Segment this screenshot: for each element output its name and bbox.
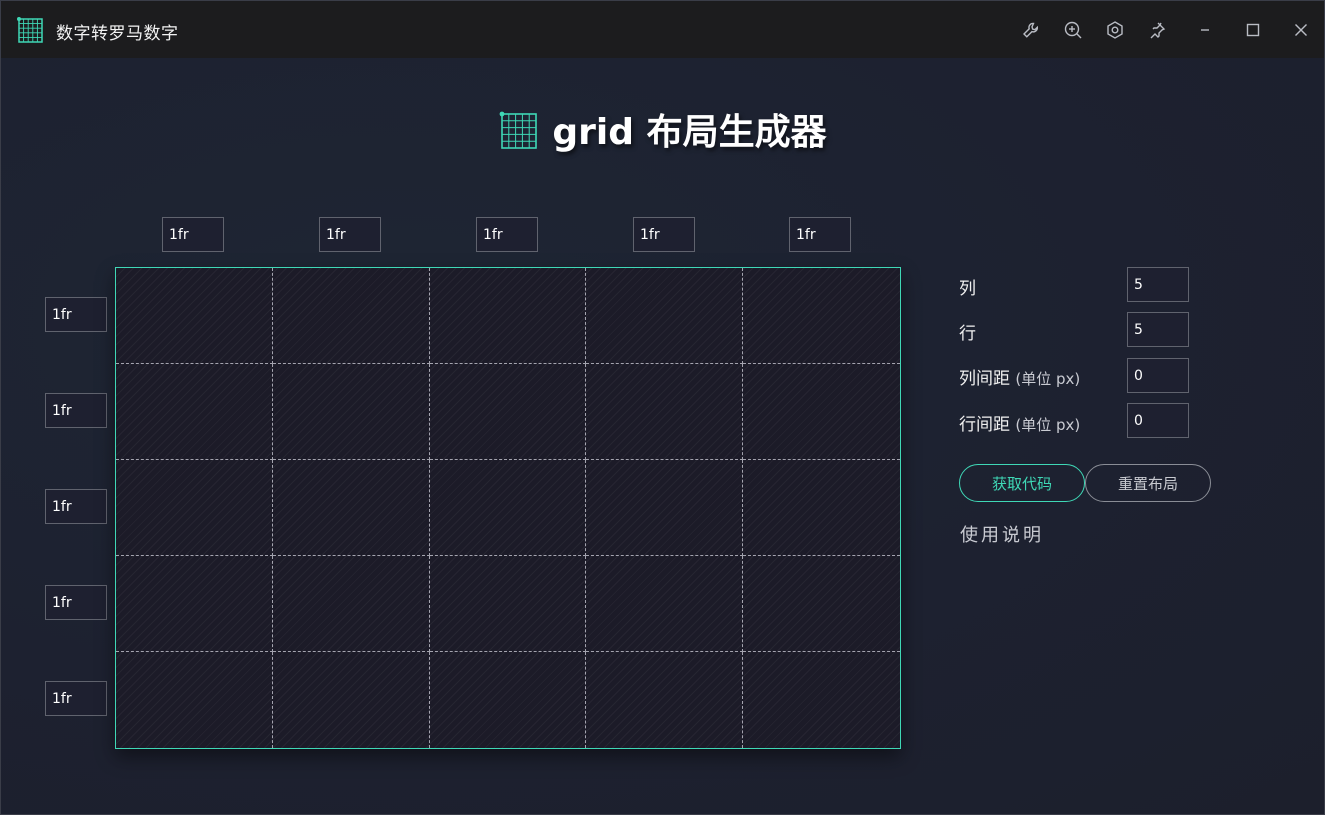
column-gap-label: 列间距 (单位 px) [959,364,1080,389]
column-size-input-4[interactable] [633,217,695,252]
column-gap-unit: (单位 px) [1015,370,1081,388]
close-icon[interactable] [1289,18,1313,42]
grid-cell[interactable] [429,364,587,460]
reset-layout-button[interactable]: 重置布局 [1085,464,1211,502]
row-size-input-2[interactable] [45,393,107,428]
grid-preview[interactable] [115,267,901,749]
grid-cell[interactable] [743,460,900,556]
grid-cell[interactable] [743,364,900,460]
column-size-input-5[interactable] [789,217,851,252]
grid-cell[interactable] [430,652,587,748]
row-gap-label: 行间距 (单位 px) [959,410,1080,435]
pin-icon[interactable] [1145,18,1169,42]
zoom-in-icon[interactable] [1061,18,1085,42]
grid-cell[interactable] [586,556,744,652]
grid-cell[interactable] [116,460,273,556]
row-size-input-1[interactable] [45,297,107,332]
row-gap-label-text: 行间距 [959,415,1010,435]
wrench-icon[interactable] [1019,18,1043,42]
grid-cell[interactable] [743,268,900,364]
columns-label-text: 列 [959,279,976,299]
page-heading: grid 布局生成器 [1,104,1324,154]
grid-cell[interactable] [743,556,900,652]
title-bar: 数字转罗马数字 [1,1,1324,58]
column-gap-label-text: 列间距 [959,369,1010,389]
rows-count-input[interactable] [1127,312,1189,347]
grid-cell[interactable] [272,268,430,364]
grid-cell[interactable] [586,460,744,556]
grid-cell[interactable] [272,364,430,460]
grid-cell[interactable] [586,268,744,364]
grid-cell[interactable] [743,652,900,748]
row-size-input-4[interactable] [45,585,107,620]
grid-cell[interactable] [273,652,430,748]
columns-label: 列 [959,274,976,299]
row-size-input-3[interactable] [45,489,107,524]
column-size-input-3[interactable] [476,217,538,252]
grid-cell[interactable] [586,364,744,460]
grid-cell[interactable] [116,364,273,460]
rows-label-text: 行 [959,324,976,344]
column-size-input-1[interactable] [162,217,224,252]
usage-instructions-link[interactable]: 使用说明 [960,521,1044,547]
page-title: grid 布局生成器 [552,112,827,153]
app-window: 数字转罗马数字 grid 布局生成器 1fr 1fr 1fr 1fr 1fr 1… [0,0,1325,815]
grid-icon [500,111,538,149]
grid-cell[interactable] [116,268,273,364]
column-gap-input[interactable] [1127,358,1189,393]
grid-cell[interactable] [116,556,273,652]
columns-count-input[interactable] [1127,267,1189,302]
grid-cell[interactable] [586,652,744,748]
grid-cell[interactable] [429,556,587,652]
maximize-icon[interactable] [1241,18,1265,42]
grid-cell[interactable] [272,556,430,652]
settings-icon[interactable] [1103,18,1127,42]
grid-cell[interactable] [116,652,273,748]
grid-app-icon [17,17,43,43]
grid-cell[interactable] [429,268,587,364]
grid-cell[interactable] [429,460,587,556]
minimize-icon[interactable] [1193,18,1217,42]
grid-cell[interactable] [272,460,430,556]
column-size-input-2[interactable] [319,217,381,252]
window-title: 数字转罗马数字 [56,24,179,44]
row-gap-unit: (单位 px) [1015,416,1081,434]
row-size-input-5[interactable] [45,681,107,716]
get-code-button[interactable]: 获取代码 [959,464,1085,502]
row-gap-input[interactable] [1127,403,1189,438]
rows-label: 行 [959,319,976,344]
